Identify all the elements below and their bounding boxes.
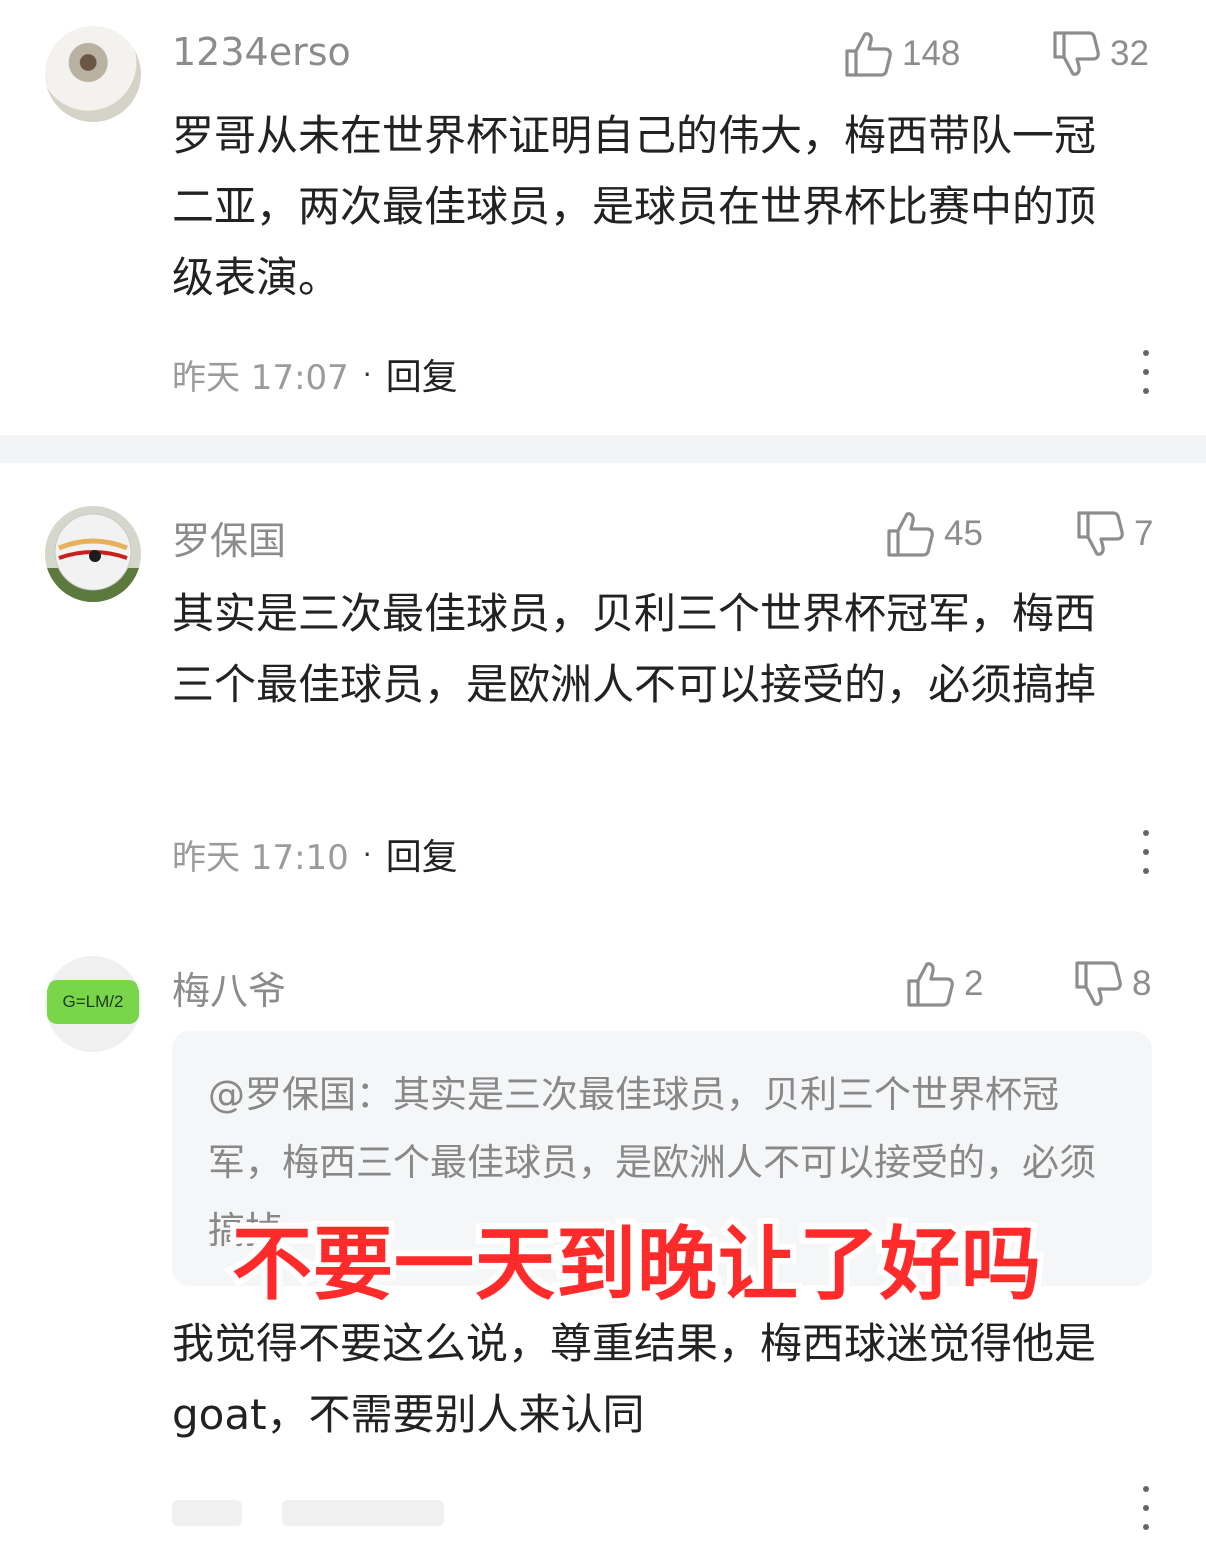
like-button[interactable]: 148 <box>842 26 960 82</box>
like-button[interactable]: 45 <box>884 506 983 562</box>
thumb-down-icon <box>1075 961 1122 1006</box>
comment-text: 我觉得不要这么说，尊重结果，梅西球迷觉得他是 goat，不需要别人来认同 <box>172 1319 1110 1439</box>
comment-meta: 昨天 17:10 · 回复 <box>172 828 458 880</box>
timestamp: 昨天 17:10 <box>172 837 349 878</box>
avatar[interactable] <box>45 26 141 122</box>
thumb-up-icon <box>887 512 934 557</box>
dislike-count: 7 <box>1134 514 1154 553</box>
username[interactable]: 罗保国 <box>172 510 286 565</box>
comment-text: 其实是三次最佳球员，贝利三个世界杯冠军，梅西三个最佳球员，是欧洲人不可以接受的，… <box>172 589 1097 709</box>
separator: · <box>362 357 372 391</box>
dislike-button[interactable]: 8 <box>1072 956 1151 1012</box>
dislike-button[interactable]: 32 <box>1050 26 1149 82</box>
avatar[interactable] <box>45 506 141 602</box>
more-icon[interactable] <box>1128 350 1164 394</box>
comment-feed: 1234erso 148 32 罗哥从未在世界杯证明自己的伟大，梅西带队一冠二亚… <box>0 0 1206 1565</box>
avatar-badge: G=LM/2 <box>47 980 139 1024</box>
dislike-count: 8 <box>1132 964 1152 1003</box>
avatar[interactable]: G=LM/2 <box>45 956 141 1052</box>
like-count: 2 <box>964 964 984 1003</box>
divider <box>0 435 1206 463</box>
thumb-up-icon <box>907 962 954 1007</box>
like-count: 45 <box>944 514 983 553</box>
comment-text: 罗哥从未在世界杯证明自己的伟大，梅西带队一冠二亚，两次最佳球员，是球员在世界杯比… <box>172 111 1097 302</box>
thumb-down-icon <box>1077 511 1124 556</box>
dislike-button[interactable]: 7 <box>1074 506 1153 562</box>
username[interactable]: 1234erso <box>172 30 351 74</box>
more-icon[interactable] <box>1128 1486 1164 1530</box>
thumb-down-icon <box>1053 31 1100 76</box>
comment-meta-faded <box>172 1488 572 1528</box>
thumb-up-icon <box>845 32 892 77</box>
more-icon[interactable] <box>1128 830 1164 874</box>
timestamp: 昨天 17:07 <box>172 357 349 398</box>
soccer-ball-icon <box>45 506 141 602</box>
separator: · <box>362 837 372 871</box>
comment-meta: 昨天 17:07 · 回复 <box>172 348 458 400</box>
reply-button[interactable]: 回复 <box>386 348 458 400</box>
username[interactable]: 梅八爷 <box>172 960 286 1015</box>
overlay-caption: 不要一天到晚让了好吗 <box>226 1212 1047 1317</box>
reply-button[interactable]: 回复 <box>386 828 458 880</box>
like-count: 148 <box>902 34 961 73</box>
dislike-count: 32 <box>1110 34 1149 73</box>
like-button[interactable]: 2 <box>904 956 983 1012</box>
